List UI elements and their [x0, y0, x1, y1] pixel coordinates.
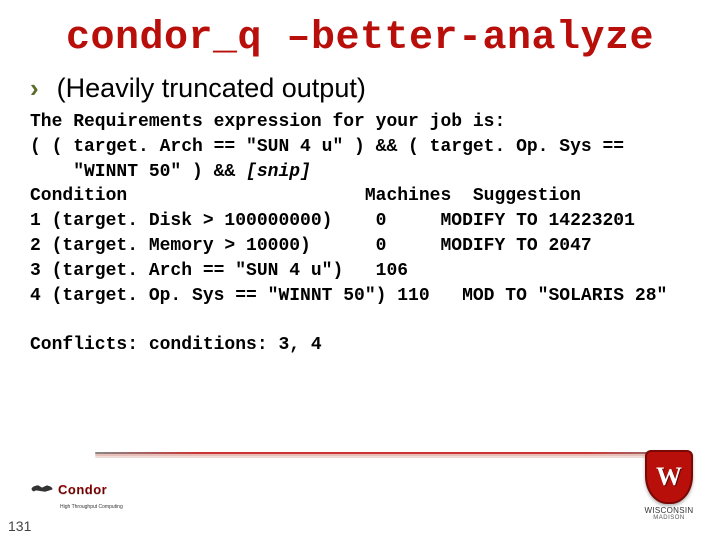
code-line: 4 (target. Op. Sys == "WINNT 50") 110 MO… — [30, 286, 667, 306]
code-line: ( ( target. Arch == "SUN 4 u" ) && ( tar… — [30, 137, 624, 157]
code-line: 2 (target. Memory > 10000) 0 MODIFY TO 2… — [30, 236, 592, 256]
snip: [snip] — [246, 162, 311, 182]
code-line: Conflicts: conditions: 3, 4 — [30, 335, 322, 355]
code-line: The Requirements expression for your job… — [30, 112, 505, 132]
crest-sublabel: MADISON — [653, 515, 685, 521]
condor-tagline: High Throughput Computing — [60, 504, 123, 510]
bullet-marker: › — [30, 75, 39, 101]
code-line: 1 (target. Disk > 100000000) 0 MODIFY TO… — [30, 211, 635, 231]
code-line: 3 (target. Arch == "SUN 4 u") 106 — [30, 261, 408, 281]
slide-title: condor_q –better-analyze — [0, 0, 720, 67]
crest-letter: W — [656, 464, 682, 490]
page-number: 131 — [8, 518, 31, 534]
code-header-row: Condition Machines Suggestion — [30, 186, 581, 206]
condor-wordmark: Condor — [58, 482, 107, 497]
code-line: "WINNT 50" ) && — [30, 162, 246, 182]
condor-logo: Condor High Throughput Computing — [24, 474, 144, 504]
crest-label: WISCONSIN — [645, 506, 694, 515]
wisconsin-logo: W WISCONSIN MADISON — [640, 450, 698, 522]
divider — [95, 452, 690, 454]
wisconsin-crest-icon: W — [645, 450, 693, 504]
code-output: The Requirements expression for your job… — [0, 110, 720, 358]
bullet-row: › (Heavily truncated output) — [0, 73, 720, 104]
slide: condor_q –better-analyze › (Heavily trun… — [0, 0, 720, 540]
condor-bird-icon — [24, 478, 56, 500]
bullet-text: (Heavily truncated output) — [57, 73, 366, 104]
